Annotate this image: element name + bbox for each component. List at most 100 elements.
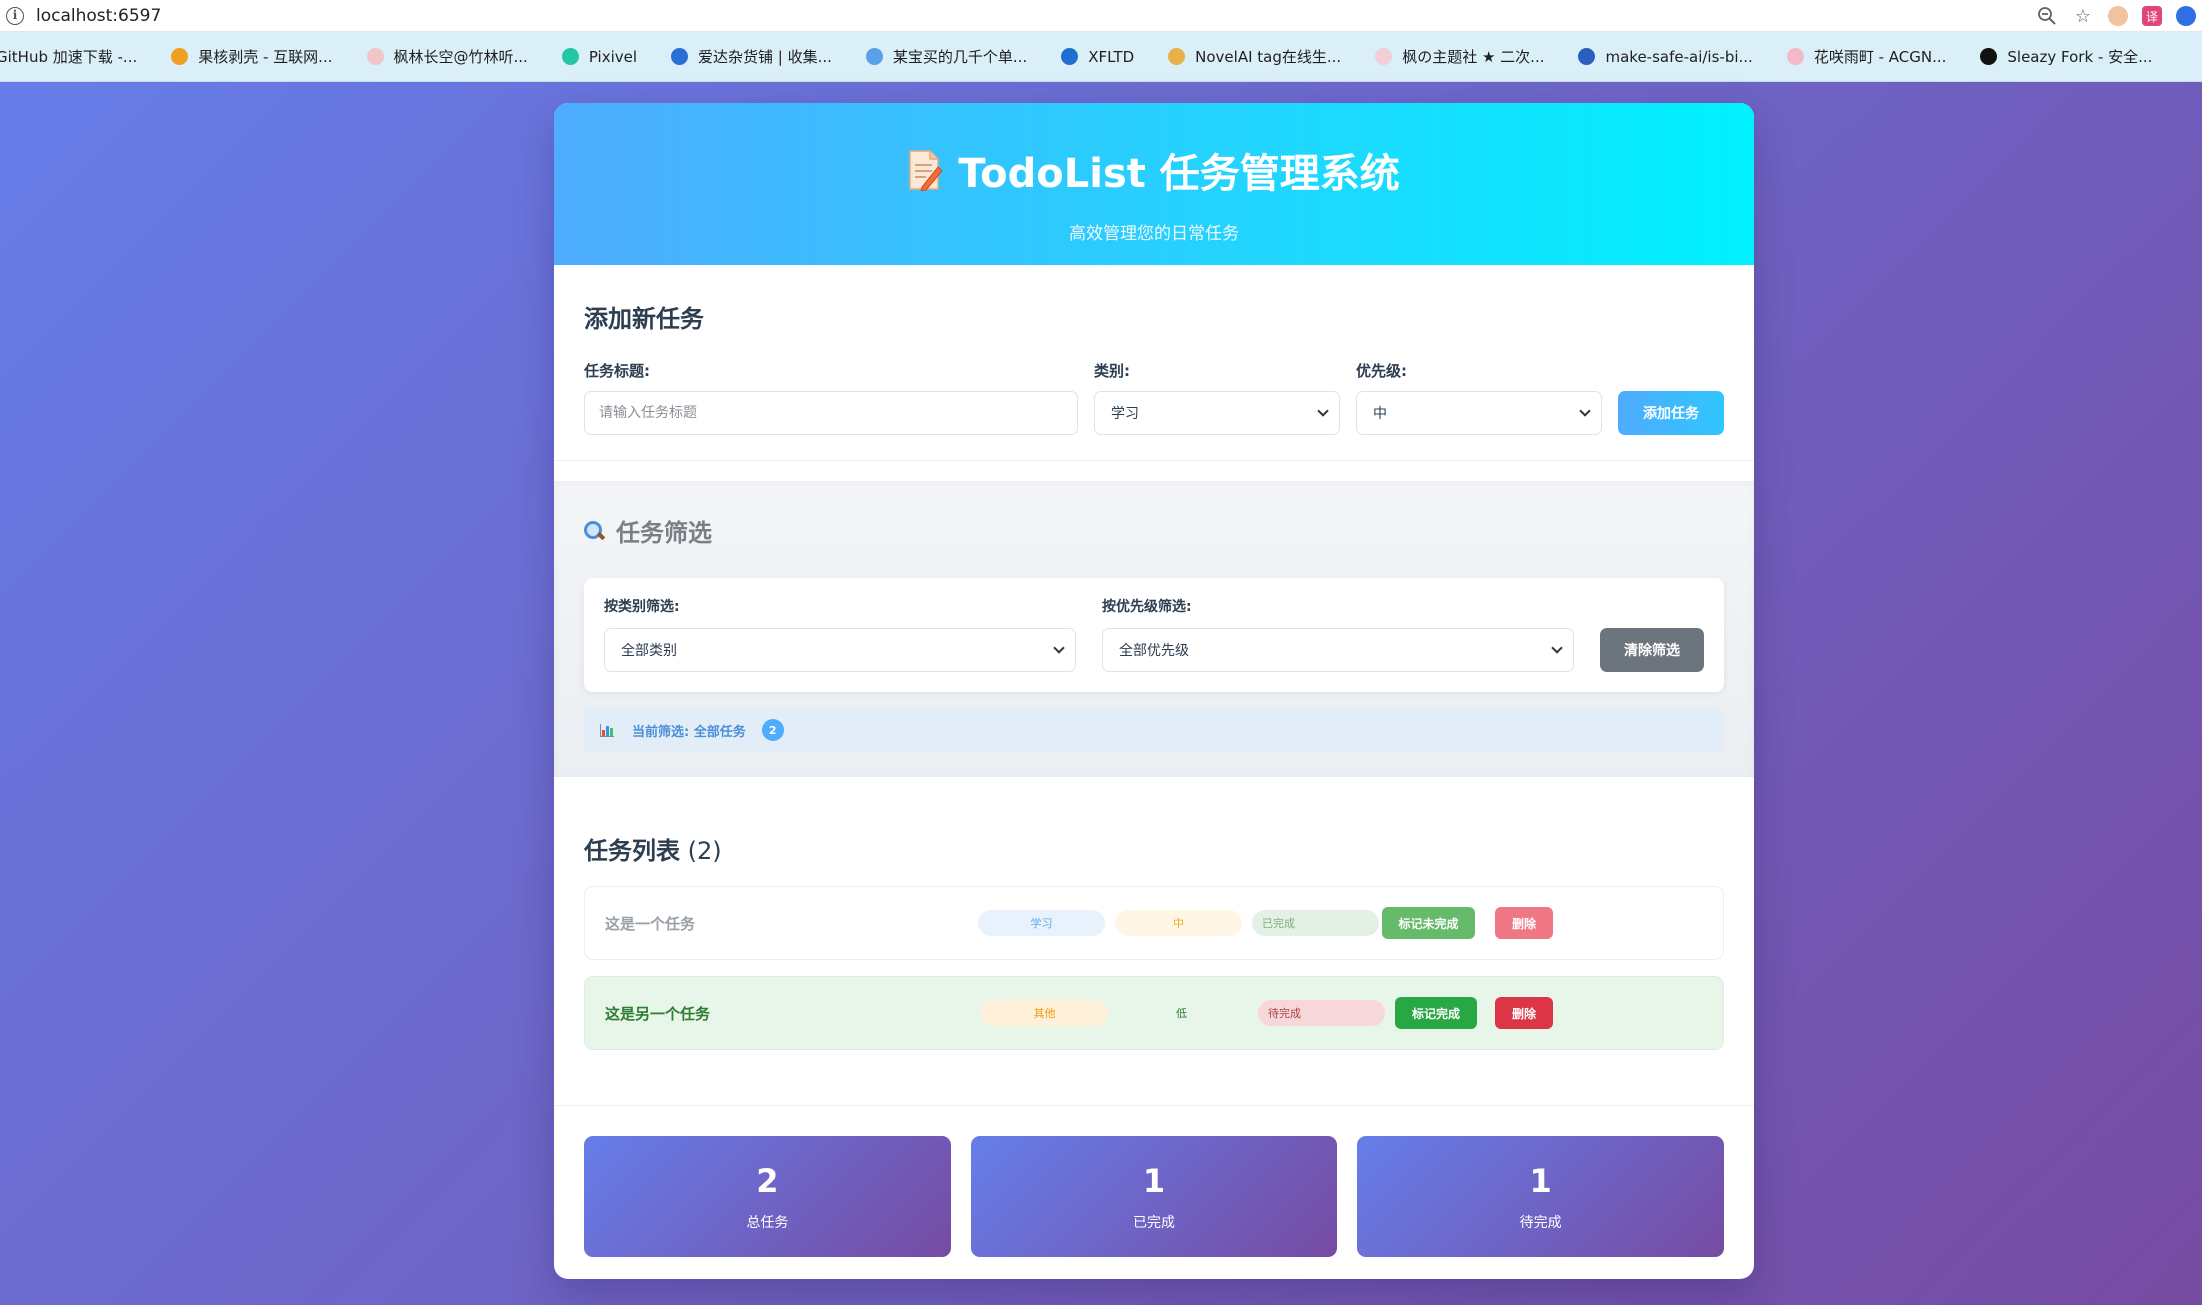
task-row: 这是另一个任务 其他 低 待完成 标记完成 删除: [584, 976, 1724, 1050]
task-title: 这是一个任务: [605, 914, 696, 933]
magnifier-icon: [584, 520, 604, 541]
category-tag: 其他: [981, 1000, 1108, 1026]
browser-toolbar-right: ☆ 译: [2036, 0, 2202, 32]
memo-icon: [908, 149, 943, 192]
bookmark-item[interactable]: 花咲雨町 - ACGN...: [1786, 46, 1947, 67]
extension-blue-icon[interactable]: [2176, 6, 2196, 26]
bookmark-item[interactable]: 爱达杂货铺 | 收集...: [671, 46, 832, 67]
bookmarks-bar: GitHub 加速下载 -... 果核剥壳 - 互联网... 枫林长空@竹林听...…: [0, 32, 2202, 82]
filter-category-select[interactable]: 全部类别: [604, 628, 1076, 672]
app-title: TodoList 任务管理系统: [554, 103, 1754, 199]
category-select[interactable]: 学习: [1094, 391, 1340, 435]
stats-section: 2 总任务 1 已完成 1 待完成: [554, 1106, 1754, 1257]
filter-status-text: 当前筛选: 全部任务: [632, 724, 746, 740]
bookmark-favicon-icon: [1578, 48, 1596, 65]
bar-chart-icon: [600, 723, 614, 737]
bookmark-label: 爱达杂货铺 | 收集...: [698, 48, 832, 66]
bookmark-favicon-icon: [1168, 48, 1186, 65]
zoom-out-icon[interactable]: [2036, 5, 2058, 27]
stat-label: 总任务: [746, 1215, 789, 1231]
filter-category-label: 按类别筛选:: [604, 599, 680, 615]
bookmark-favicon-icon: [1375, 48, 1393, 65]
bookmark-favicon-icon: [1786, 48, 1804, 65]
filter-category-value: 全部类别: [621, 643, 677, 659]
task-title-input[interactable]: [584, 391, 1078, 435]
filter-card: 按类别筛选: 全部类别 按优先级筛选: 全部优先级 清除筛选: [584, 578, 1724, 692]
bookmark-item[interactable]: Pixivel: [561, 47, 638, 66]
bookmark-label: Pixivel: [588, 47, 638, 66]
chevron-down-icon: [1317, 405, 1329, 417]
bookmark-favicon-icon: [366, 48, 384, 65]
clear-filter-button[interactable]: 清除筛选: [1600, 628, 1704, 672]
priority-select-value: 中: [1373, 406, 1387, 422]
filter-status-bar: 当前筛选: 全部任务 2: [584, 708, 1724, 752]
delete-button[interactable]: 删除: [1495, 997, 1553, 1029]
bookmark-star-icon[interactable]: ☆: [2072, 5, 2094, 27]
delete-button[interactable]: 删除: [1495, 907, 1553, 939]
bookmark-label: Sleazy Fork - 安全...: [2007, 48, 2153, 66]
bookmark-label: XFLTD: [1088, 47, 1135, 66]
stat-value: 1: [1142, 1162, 1166, 1200]
category-tag: 学习: [978, 910, 1105, 936]
filter-priority-label: 按优先级筛选:: [1102, 599, 1192, 615]
add-task-button[interactable]: 添加任务: [1618, 391, 1724, 435]
stat-card-completed: 1 已完成: [970, 1136, 1338, 1257]
site-info-icon[interactable]: i: [6, 6, 24, 25]
bookmark-label: NovelAI tag在线生...: [1195, 48, 1342, 66]
category-select-value: 学习: [1111, 406, 1139, 422]
mark-complete-button[interactable]: 标记完成: [1395, 997, 1477, 1029]
extension-avatar-icon[interactable]: [2108, 6, 2128, 26]
stat-value: 1: [1529, 1162, 1552, 1200]
priority-select[interactable]: 中: [1356, 391, 1602, 435]
bookmark-item[interactable]: 果核剥壳 - 互联网...: [171, 46, 333, 67]
bookmark-item[interactable]: 枫の主题社 ★ 二次...: [1375, 46, 1544, 67]
priority-tag: 低: [1176, 1007, 1187, 1020]
stat-card-total: 2 总任务: [584, 1136, 951, 1257]
bookmark-label: 花咲雨町 - ACGN...: [1813, 48, 1947, 66]
task-list-heading-text: 任务列表: [584, 837, 680, 865]
bookmark-item[interactable]: XFLTD: [1061, 48, 1134, 66]
bookmark-favicon-icon: [171, 48, 189, 65]
status-tag: 已完成: [1252, 910, 1379, 936]
task-list-section: 任务列表 (2) 这是一个任务 学习 中 已完成 标记未完成 删除 这是另一个任…: [554, 777, 1754, 1106]
filter-section: 任务筛选 按类别筛选: 全部类别 按优先级筛选: 全部优先级 清除筛选 当前筛选…: [554, 481, 1754, 777]
filter-priority-field: 按优先级筛选: 全部优先级: [1102, 596, 1574, 672]
task-title-field: 任务标题:: [584, 360, 1078, 435]
bookmark-item[interactable]: Sleazy Fork - 安全...: [1980, 46, 2152, 67]
category-label: 类别:: [1094, 362, 1130, 380]
bookmark-item[interactable]: 某宝买的几千个单...: [865, 46, 1027, 67]
task-list-heading: 任务列表 (2): [584, 831, 1724, 866]
bookmark-item[interactable]: 枫林长空@竹林听...: [366, 46, 528, 67]
bookmark-label: 果核剥壳 - 互联网...: [198, 48, 333, 66]
app-title-text: TodoList 任务管理系统: [958, 151, 1400, 197]
bookmark-favicon-icon: [561, 48, 579, 65]
browser-address-bar: i localhost:6597 ☆ 译: [0, 0, 2202, 32]
mark-incomplete-button[interactable]: 标记未完成: [1382, 907, 1475, 939]
bookmark-label: GitHub 加速下载 -...: [0, 48, 138, 66]
task-title-label: 任务标题:: [584, 362, 650, 380]
add-task-section: 添加新任务 任务标题: 类别: 学习 优先级: 中 添加任务: [554, 265, 1754, 461]
filter-heading-text: 任务筛选: [616, 519, 712, 547]
bookmark-item[interactable]: NovelAI tag在线生...: [1168, 46, 1341, 67]
translate-extension-icon[interactable]: 译: [2142, 6, 2162, 26]
bookmark-label: make-safe-ai/is-bi...: [1605, 47, 1753, 66]
bookmark-item[interactable]: GitHub 加速下载 -...: [0, 46, 137, 67]
chevron-down-icon: [1579, 405, 1591, 417]
category-field: 类别: 学习: [1094, 360, 1340, 435]
address-url[interactable]: localhost:6597: [36, 6, 161, 26]
stat-label: 已完成: [1133, 1215, 1175, 1231]
bookmark-label: 枫の主题社 ★ 二次...: [1402, 48, 1545, 66]
todo-app: TodoList 任务管理系统 高效管理您的日常任务 添加新任务 任务标题: 类…: [554, 103, 1754, 1279]
stat-card-pending: 1 待完成: [1357, 1136, 1725, 1257]
task-row: 这是一个任务 学习 中 已完成 标记未完成 删除: [584, 886, 1724, 960]
bookmark-favicon-icon: [1980, 48, 1998, 65]
filter-priority-value: 全部优先级: [1119, 643, 1189, 659]
bookmark-favicon-icon: [865, 48, 883, 65]
filter-count-badge: 2: [761, 719, 784, 741]
app-subtitle: 高效管理您的日常任务: [1069, 224, 1239, 244]
bookmark-item[interactable]: make-safe-ai/is-bi...: [1578, 47, 1753, 66]
app-header: TodoList 任务管理系统 高效管理您的日常任务: [554, 103, 1754, 265]
filter-heading: 任务筛选: [584, 513, 1724, 548]
filter-priority-select[interactable]: 全部优先级: [1102, 628, 1574, 672]
task-title: 这是另一个任务: [605, 1004, 711, 1023]
